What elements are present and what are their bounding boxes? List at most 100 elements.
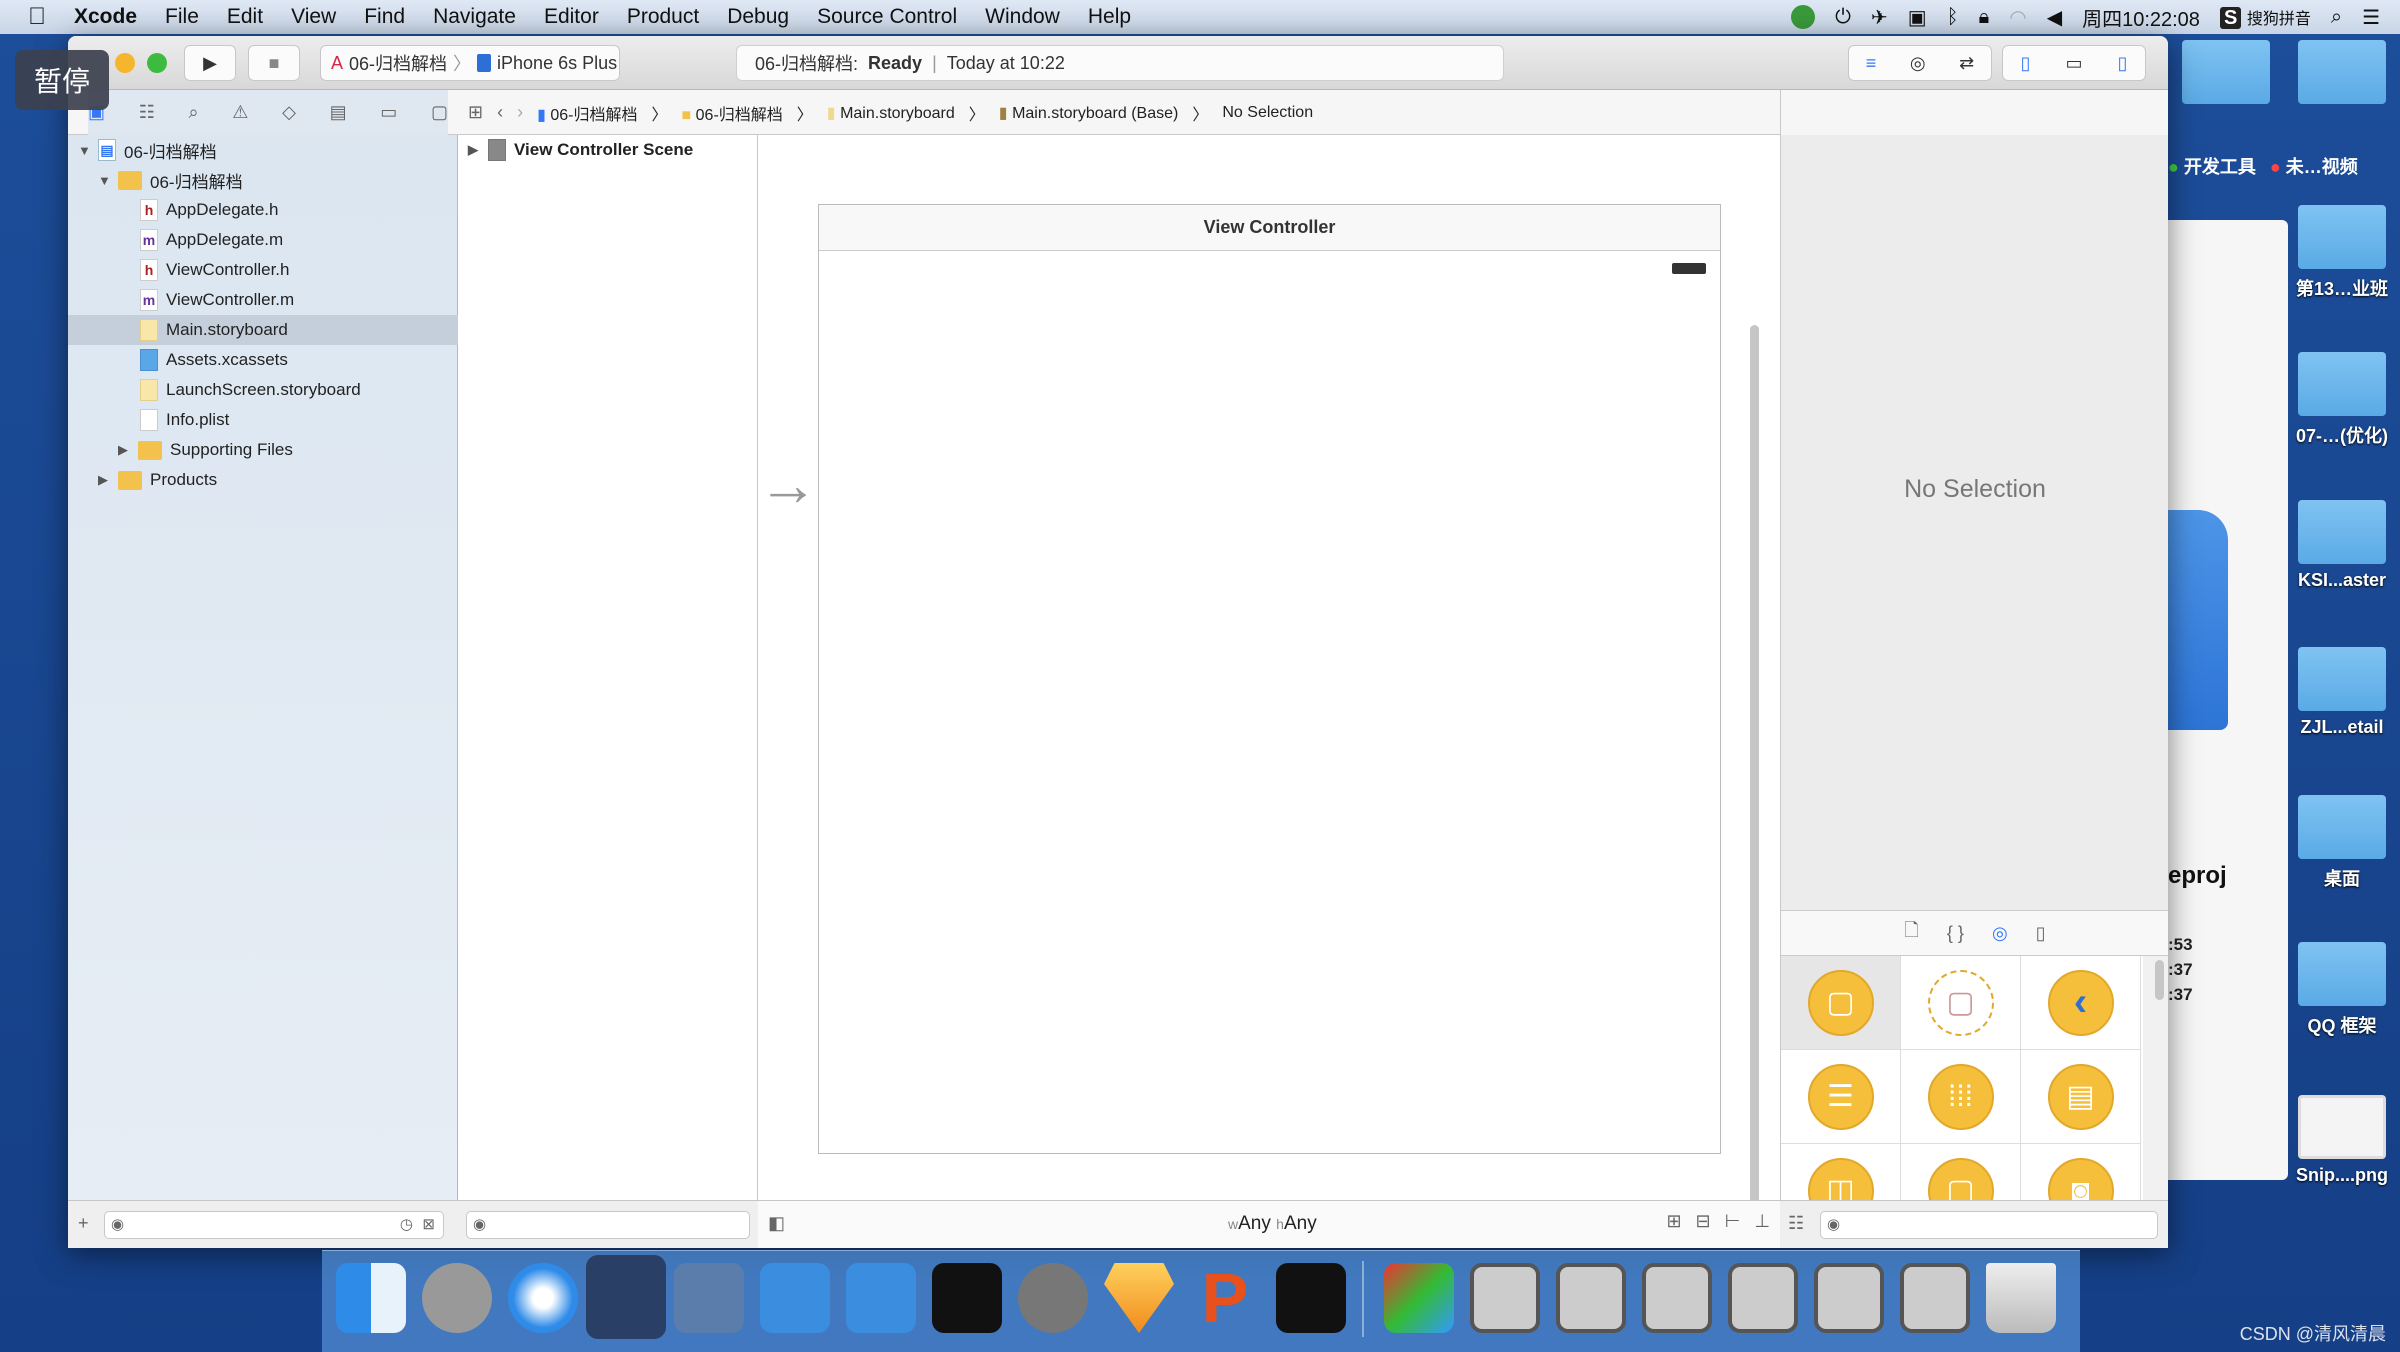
disclosure-open-icon[interactable]: ▼	[98, 173, 118, 188]
tree-item-file[interactable]: h AppDelegate.h	[68, 195, 458, 225]
spotlight-icon[interactable]: ⌕	[2331, 6, 2342, 29]
view-toggle-segment[interactable]: ▯ ▭ ▯	[2002, 45, 2146, 81]
library-item-storyboard-reference[interactable]: ▢	[1901, 956, 2021, 1050]
tree-item-file[interactable]: h ViewController.h	[68, 255, 458, 285]
navigator-filter-input[interactable]: ◉ ◷ ⊠	[104, 1211, 444, 1239]
debug-area-toggle-icon[interactable]: ▭	[2065, 53, 2082, 74]
recent-files-icon[interactable]: ◷	[400, 1215, 413, 1233]
safari-icon[interactable]	[508, 1263, 578, 1333]
app-status-icon[interactable]	[1791, 5, 1816, 29]
menu-help[interactable]: Help	[1074, 5, 1145, 29]
pin-icon[interactable]: ⊢	[1725, 1211, 1741, 1232]
screen-recorder-icon[interactable]	[1384, 1263, 1454, 1333]
align-icon[interactable]: ⊟	[1696, 1211, 1711, 1232]
utilities-toggle-icon[interactable]: ▯	[2118, 53, 2128, 74]
finder-icon[interactable]	[336, 1263, 406, 1333]
tree-item-group[interactable]: ▼ 06-归档解档	[68, 165, 458, 195]
disclosure-closed-icon[interactable]: ▶	[98, 472, 118, 488]
menu-window[interactable]: Window	[971, 5, 1074, 29]
menu-view[interactable]: View	[277, 5, 350, 29]
disclosure-closed-icon[interactable]: ▶	[468, 142, 488, 158]
scheme-selector[interactable]: A 06-归档解档〉 iPhone 6s Plus	[320, 45, 620, 81]
jump-file[interactable]: ▮ Main.storyboard	[827, 103, 955, 123]
launchpad-icon[interactable]	[422, 1263, 492, 1333]
jump-localization[interactable]: ▮ Main.storyboard (Base)	[999, 103, 1179, 123]
apple-menu-icon[interactable]: 	[0, 3, 60, 31]
navigator-toggle-icon[interactable]: ▯	[2021, 53, 2031, 74]
stack-icon[interactable]: ⊞	[1666, 1211, 1681, 1232]
xcode-icon[interactable]	[760, 1263, 830, 1333]
library-item-tab-bar-controller[interactable]: ▤	[2021, 1050, 2141, 1144]
assistant-editor-icon[interactable]: ◎	[1910, 53, 1926, 74]
camera-icon[interactable]: ▣	[1908, 5, 1927, 30]
symbol-navigator-icon[interactable]: ☷	[139, 102, 155, 123]
related-items-icon[interactable]: ⊞	[468, 102, 483, 123]
tree-item-file[interactable]: Assets.xcassets	[68, 345, 458, 375]
simulator-icon[interactable]	[846, 1263, 916, 1333]
power-icon[interactable]: ⏻	[1835, 6, 1851, 29]
lock-icon[interactable]: 🔒︎	[1979, 6, 1990, 29]
test-navigator-icon[interactable]: ◇	[282, 102, 296, 123]
tree-item-project[interactable]: ▼ ▤ 06-归档解档	[68, 135, 458, 165]
tree-item-group[interactable]: ▶ Products	[68, 465, 458, 495]
exec-icon[interactable]	[1276, 1263, 1346, 1333]
jump-project[interactable]: ▮ 06-归档解档	[537, 101, 637, 125]
system-preferences-icon[interactable]	[1018, 1263, 1088, 1333]
library-scrollbar[interactable]	[2155, 960, 2164, 1000]
desktop-folder[interactable]	[2176, 40, 2276, 110]
disclosure-open-icon[interactable]: ▼	[78, 143, 98, 158]
zoom-button[interactable]	[147, 53, 167, 73]
tree-item-file-selected[interactable]: Main.storyboard	[68, 315, 458, 345]
minimized-window[interactable]	[1556, 1263, 1626, 1333]
run-button[interactable]: ▶	[184, 45, 236, 81]
desktop-folder[interactable]: 桌面	[2292, 795, 2392, 891]
disclosure-closed-icon[interactable]: ▶	[118, 442, 138, 458]
menu-product[interactable]: Product	[613, 5, 713, 29]
size-class-control[interactable]: wAny hAny	[1228, 1213, 1317, 1235]
desktop-folder[interactable]: ZJL...etail	[2292, 647, 2392, 738]
menu-file[interactable]: File	[151, 5, 213, 29]
code-snippet-library-icon[interactable]: { }	[1947, 923, 1964, 944]
vertical-scrollbar[interactable]	[1750, 225, 1759, 1205]
desktop-folder[interactable]: KSI...aster	[2292, 500, 2392, 591]
minimized-window[interactable]	[1900, 1263, 1970, 1333]
stop-button[interactable]: ■	[248, 45, 300, 81]
breakpoint-navigator-icon[interactable]: ▭	[380, 102, 397, 123]
object-library-icon[interactable]: ◎	[1992, 923, 2008, 944]
notification-center-icon[interactable]: ☰	[2362, 5, 2380, 30]
menu-debug[interactable]: Debug	[713, 5, 803, 29]
desktop-folder[interactable]: 07-…(优化)	[2292, 352, 2392, 448]
tree-item-file[interactable]: m AppDelegate.m	[68, 225, 458, 255]
back-arrow-icon[interactable]: ‹	[497, 102, 503, 123]
view-controller-scene[interactable]: View Controller	[818, 204, 1721, 1154]
tree-item-file[interactable]: Info.plist	[68, 405, 458, 435]
menu-navigate[interactable]: Navigate	[419, 5, 530, 29]
library-item-navigation-controller[interactable]: ‹	[2021, 956, 2141, 1050]
sketch-icon[interactable]	[1104, 1263, 1174, 1333]
debug-navigator-icon[interactable]: ▤	[330, 102, 347, 123]
minimize-button[interactable]	[115, 53, 135, 73]
editor-mode-segment[interactable]: ≡ ◎ ⇄	[1848, 45, 1992, 81]
file-template-library-icon[interactable]: 🗋︎	[1904, 918, 1918, 948]
pause-overlay[interactable]: 暂停	[15, 50, 109, 110]
imovie-icon[interactable]	[674, 1263, 744, 1333]
bluetooth-icon[interactable]: ᛒ	[1947, 6, 1959, 29]
jump-group[interactable]: ■ 06-归档解档	[682, 101, 783, 125]
desktop-file[interactable]: Snip....png	[2292, 1095, 2392, 1186]
volume-icon[interactable]: ◀	[2047, 5, 2062, 30]
resolve-issues-icon[interactable]: ⊥	[1754, 1211, 1770, 1232]
wifi-icon[interactable]: ◠	[2009, 5, 2026, 30]
storyboard-canvas[interactable]: → View Controller	[758, 135, 1780, 1240]
library-item-view-controller[interactable]: ▢	[1781, 956, 1901, 1050]
jump-selection[interactable]: No Selection	[1222, 104, 1313, 122]
tree-item-file[interactable]: m ViewController.m	[68, 285, 458, 315]
tree-item-group[interactable]: ▶ Supporting Files	[68, 435, 458, 465]
minimized-window[interactable]	[1470, 1263, 1540, 1333]
menu-edit[interactable]: Edit	[213, 5, 277, 29]
library-item-collection-view-controller[interactable]: ⁞⁞⁞	[1901, 1050, 2021, 1144]
list-view-icon[interactable]: ☷	[1788, 1213, 1804, 1234]
desktop-folder[interactable]	[2292, 40, 2392, 110]
trash-icon[interactable]	[1986, 1263, 2056, 1333]
issue-navigator-icon[interactable]: ⚠	[232, 102, 248, 123]
add-icon[interactable]: +	[78, 1213, 89, 1234]
